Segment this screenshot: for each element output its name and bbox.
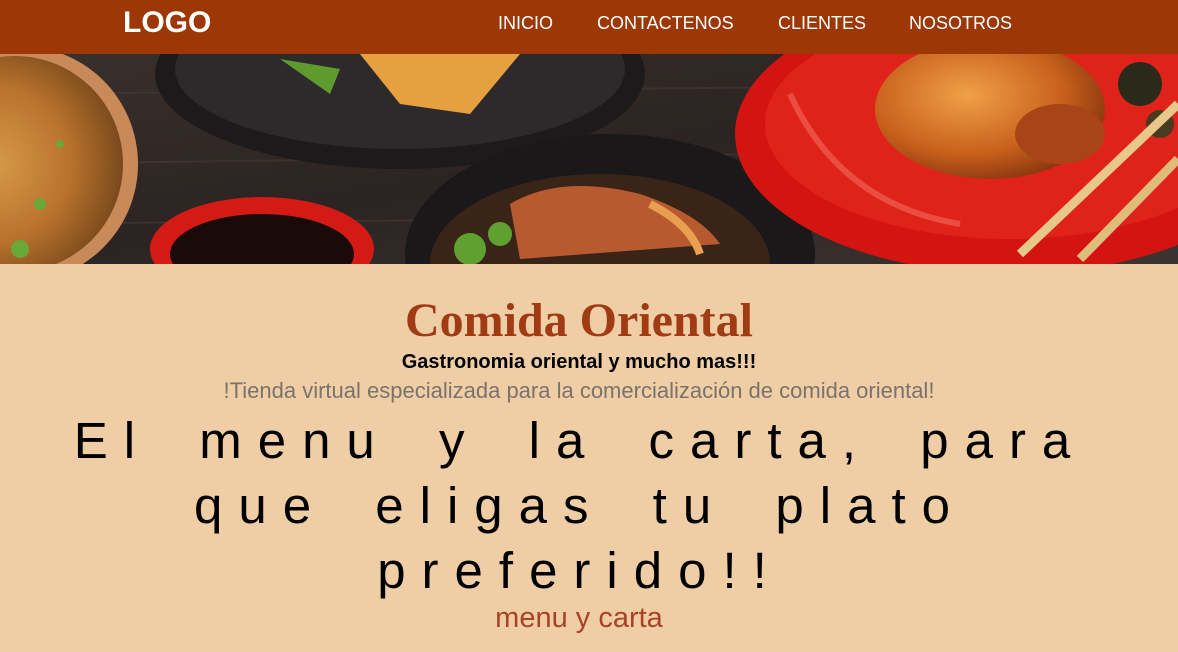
main-content: Comida Oriental Gastronomia oriental y m… xyxy=(0,264,1178,652)
page-subtitle: Gastronomia oriental y mucho mas!!! xyxy=(401,351,757,373)
menu-headline: El menu y la carta, para que eligas tu p… xyxy=(73,412,1087,599)
navbar: LOGO INICIO CONTACTENOS CLIENTES NOSOTRO… xyxy=(0,0,1178,54)
nav-link-nosotros[interactable]: NOSOTROS xyxy=(909,13,1012,33)
nav-link-contactenos[interactable]: CONTACTENOS xyxy=(597,13,734,33)
menu-y-carta-link[interactable]: menu y carta xyxy=(0,601,1158,635)
hero-banner-image xyxy=(0,54,1178,264)
tagline: !Tienda virtual especializada para la co… xyxy=(223,378,935,403)
oriental-food-illustration xyxy=(0,54,1178,264)
nav-link-inicio[interactable]: INICIO xyxy=(498,13,553,33)
page-title: Comida Oriental xyxy=(405,294,753,347)
nav-link-clientes[interactable]: CLIENTES xyxy=(778,13,866,33)
logo[interactable]: LOGO xyxy=(123,5,211,41)
